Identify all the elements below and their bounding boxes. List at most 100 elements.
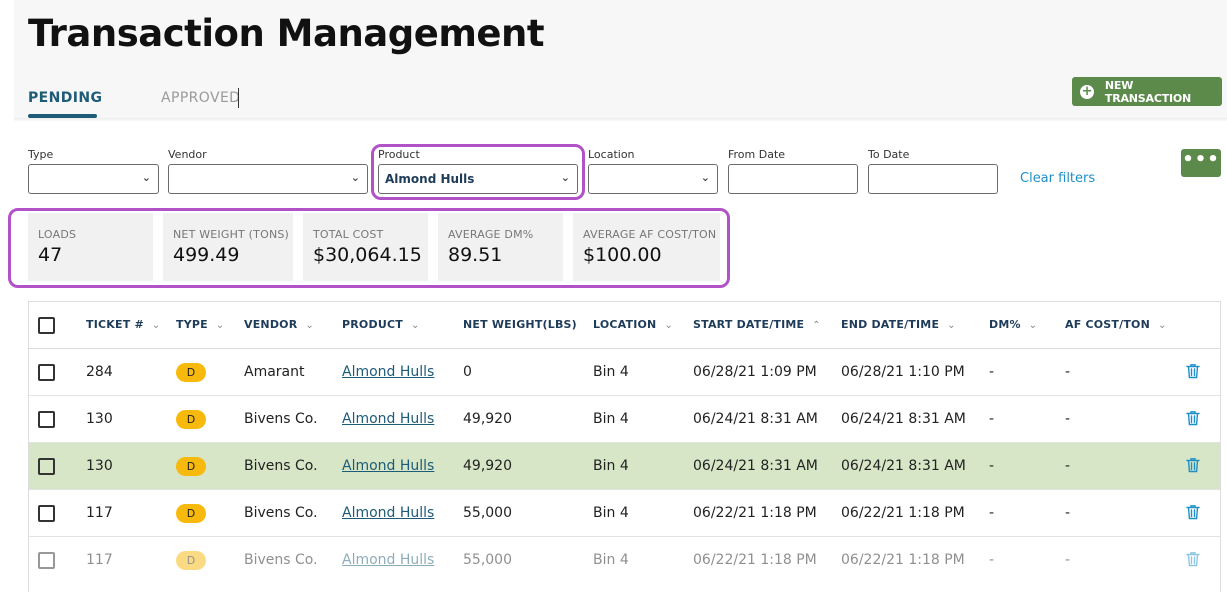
trash-icon[interactable] (1186, 457, 1200, 473)
ticket-cell: 130 (86, 458, 113, 474)
af-cost-cell: - (1065, 364, 1071, 380)
text-cursor (238, 88, 239, 108)
ticket-cell: 284 (86, 364, 113, 380)
product-link[interactable]: Almond Hulls (342, 505, 434, 521)
product-link[interactable]: Almond Hulls (342, 411, 434, 427)
to-date-input[interactable] (868, 164, 998, 194)
location-cell: Bin 4 (593, 411, 629, 427)
trash-icon[interactable] (1186, 363, 1200, 379)
row-checkbox[interactable] (38, 458, 55, 475)
end-date-cell: 06/24/21 8:31 AM (841, 411, 966, 427)
net-weight-cell: 55,000 (463, 552, 512, 568)
chevron-down-icon: ⌄ (700, 171, 710, 184)
trash-icon[interactable] (1186, 410, 1200, 426)
new-transaction-button[interactable]: + NEW TRANSACTION (1072, 77, 1222, 106)
clear-filters-link[interactable]: Clear filters (1020, 171, 1095, 186)
type-filter-select[interactable]: ⌄ (28, 164, 159, 194)
net-weight-cell: 49,920 (463, 411, 512, 427)
af-cost-cell: - (1065, 505, 1071, 521)
tab-approved[interactable]: APPROVED (161, 90, 240, 106)
start-date-cell: 06/28/21 1:09 PM (693, 364, 817, 380)
type-badge: D (176, 363, 206, 382)
column-header-type[interactable]: TYPE ⌄ (176, 318, 224, 331)
vendor-cell: Bivens Co. (244, 505, 318, 521)
dm-cell: - (989, 364, 995, 380)
select-all-checkbox[interactable] (38, 317, 55, 334)
table-row[interactable]: 130 D Bivens Co. Almond Hulls 49,920 Bin 4 06/… (29, 396, 1220, 443)
column-header-dm[interactable]: DM% ⌄ (989, 318, 1037, 331)
sort-icon: ⌄ (410, 320, 420, 331)
sort-icon: ⌄ (664, 320, 674, 331)
sort-icon: ⌄ (947, 320, 956, 331)
table-header: TICKET # ⌄ TYPE ⌄ VENDOR ⌄ PRODUCT ⌄ NET WEI… (29, 302, 1220, 349)
type-badge: D (176, 457, 206, 476)
ticket-cell: 117 (86, 552, 113, 568)
location-cell: Bin 4 (593, 505, 629, 521)
sort-icon: ⌄ (305, 320, 314, 331)
row-checkbox[interactable] (38, 411, 55, 428)
end-date-cell: 06/22/21 1:18 PM (841, 552, 965, 568)
location-cell: Bin 4 (593, 364, 629, 380)
column-header-start-date[interactable]: START DATE/TIME ⌃ (693, 318, 821, 331)
row-checkbox[interactable] (38, 505, 55, 522)
trash-icon[interactable] (1186, 504, 1200, 520)
column-header-product[interactable]: PRODUCT ⌄ (342, 318, 420, 331)
new-transaction-label: NEW TRANSACTION (1104, 78, 1192, 105)
product-link[interactable]: Almond Hulls (342, 458, 434, 474)
column-header-end-date[interactable]: END DATE/TIME ⌄ (841, 318, 956, 331)
page-title: Transaction Management (28, 12, 545, 55)
column-header-vendor[interactable]: VENDOR ⌄ (244, 318, 314, 331)
location-cell: Bin 4 (593, 458, 629, 474)
ticket-cell: 117 (86, 505, 113, 521)
column-header-af-cost[interactable]: AF COST/TON ⌄ (1065, 318, 1167, 331)
header-divider (14, 118, 1227, 122)
location-filter-select[interactable]: ⌄ (588, 164, 718, 194)
start-date-cell: 06/22/21 1:18 PM (693, 505, 817, 521)
end-date-cell: 06/28/21 1:10 PM (841, 364, 965, 380)
vendor-cell: Bivens Co. (244, 552, 318, 568)
dm-cell: - (989, 458, 995, 474)
row-checkbox[interactable] (38, 364, 55, 381)
to-date-label: To Date (868, 148, 910, 161)
table-row[interactable]: 117 D Bivens Co. Almond Hulls 55,000 Bin 4 06/… (29, 537, 1220, 584)
sort-icon: ⌄ (1028, 320, 1038, 331)
table-row[interactable]: 284 D Amarant Almond Hulls 0 Bin 4 06/28/21 1:… (29, 349, 1220, 396)
from-date-label: From Date (728, 148, 786, 161)
type-badge: D (176, 410, 206, 429)
sort-icon: ⌄ (1158, 320, 1167, 331)
net-weight-cell: 49,920 (463, 458, 512, 474)
column-header-net-weight[interactable]: NET WEIGHT(LBS) (463, 318, 577, 331)
net-weight-cell: 55,000 (463, 505, 512, 521)
more-options-button[interactable]: ••• (1181, 149, 1221, 177)
column-header-location[interactable]: LOCATION ⌄ (593, 318, 673, 331)
transaction-management-page: Transaction Management PENDING APPROVED … (0, 0, 1227, 592)
type-badge: D (176, 551, 206, 570)
start-date-cell: 06/24/21 8:31 AM (693, 411, 818, 427)
table-row[interactable]: 117 D Bivens Co. Almond Hulls 55,000 Bin 4 06/… (29, 490, 1220, 537)
net-weight-cell: 0 (463, 364, 472, 380)
vendor-filter-label: Vendor (168, 148, 207, 161)
transactions-table: TICKET # ⌄ TYPE ⌄ VENDOR ⌄ PRODUCT ⌄ NET WEI… (28, 301, 1221, 592)
vendor-cell: Amarant (244, 364, 305, 380)
dm-cell: - (989, 411, 995, 427)
dm-cell: - (989, 552, 995, 568)
vendor-filter-select[interactable]: ⌄ (168, 164, 368, 194)
product-link[interactable]: Almond Hulls (342, 364, 434, 380)
start-date-cell: 06/24/21 8:31 AM (693, 458, 818, 474)
af-cost-cell: - (1065, 552, 1071, 568)
more-horizontal-icon: ••• (1182, 149, 1220, 170)
start-date-cell: 06/22/21 1:18 PM (693, 552, 817, 568)
column-header-ticket[interactable]: TICKET # ⌄ (86, 318, 160, 331)
tab-pending[interactable]: PENDING (28, 90, 102, 106)
sort-icon: ⌄ (215, 320, 225, 331)
plus-circle-icon: + (1080, 84, 1094, 99)
from-date-input[interactable] (728, 164, 858, 194)
row-checkbox[interactable] (38, 552, 55, 569)
vendor-cell: Bivens Co. (244, 458, 318, 474)
trash-icon[interactable] (1186, 551, 1200, 567)
chevron-down-icon: ⌄ (350, 171, 360, 184)
ticket-cell: 130 (86, 411, 113, 427)
table-row[interactable]: 130 D Bivens Co. Almond Hulls 49,920 Bin 4 06/… (29, 443, 1220, 490)
product-link[interactable]: Almond Hulls (342, 552, 434, 568)
af-cost-cell: - (1065, 411, 1071, 427)
